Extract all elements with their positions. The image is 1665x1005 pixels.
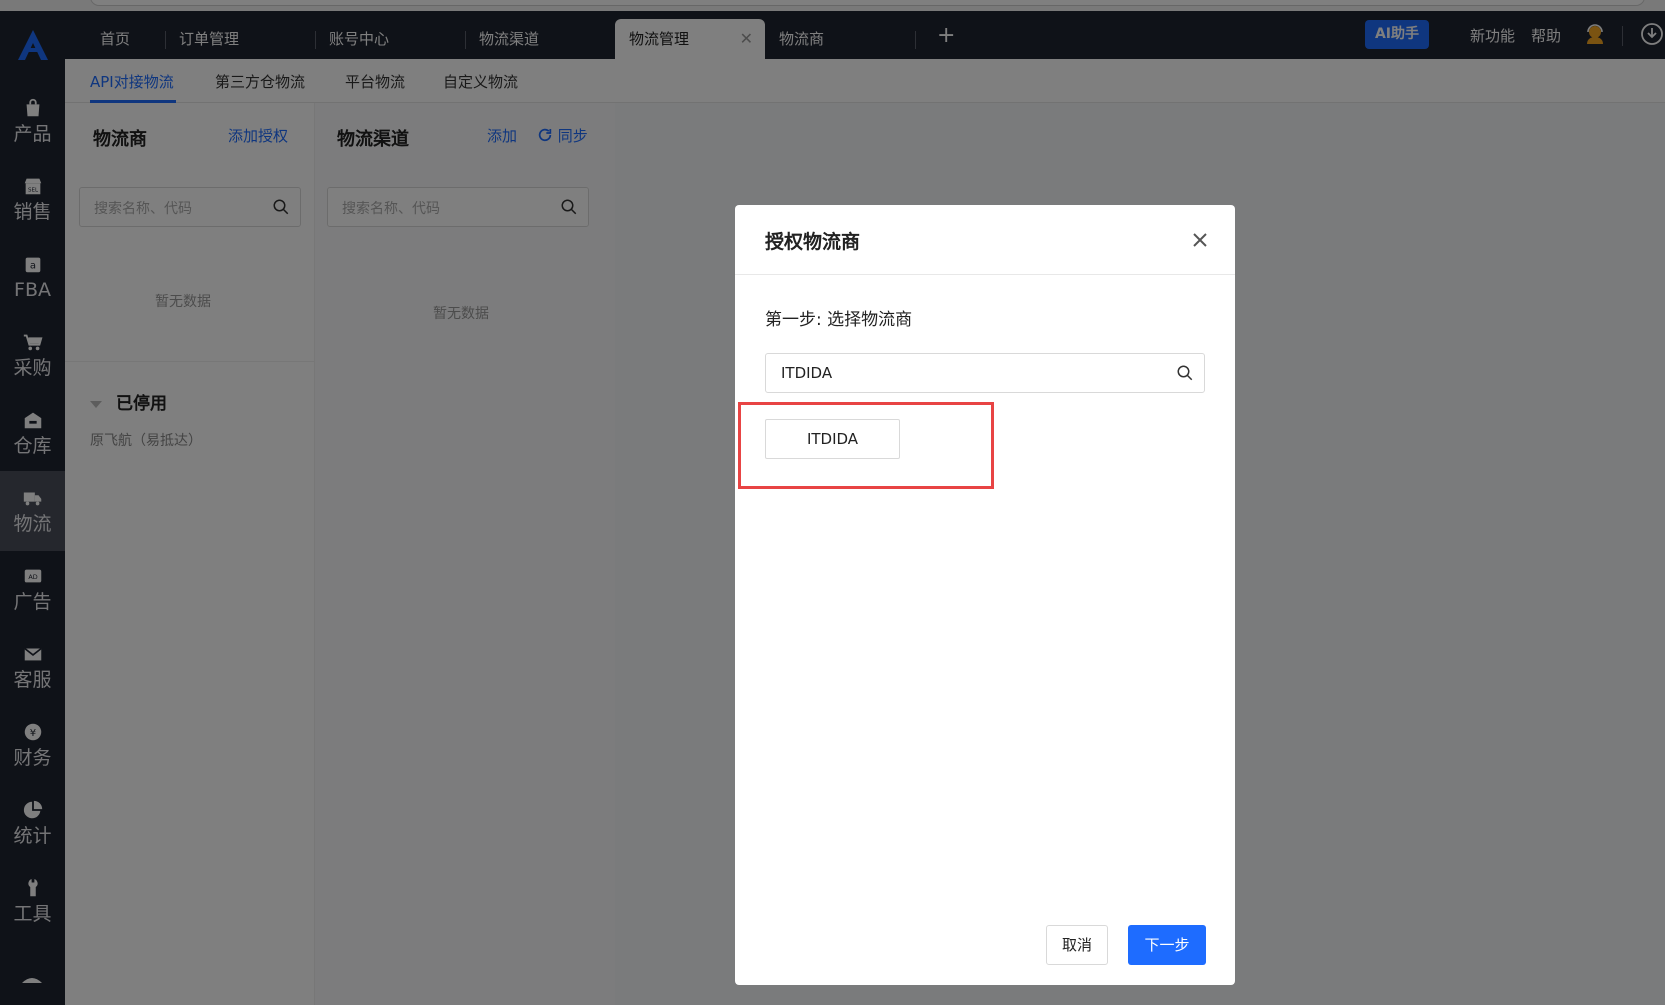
- authorize-carrier-dialog: 授权物流商 第一步: 选择物流商 ITDIDA ITDIDA 取消 下一步: [735, 205, 1235, 985]
- carrier-option[interactable]: ITDIDA: [765, 419, 900, 459]
- search-icon[interactable]: [1176, 364, 1194, 382]
- close-icon[interactable]: [1191, 231, 1209, 249]
- step-label: 第一步: 选择物流商: [765, 310, 913, 330]
- cancel-button[interactable]: 取消: [1046, 925, 1108, 965]
- search-value: ITDIDA: [781, 364, 833, 382]
- dialog-title: 授权物流商: [765, 231, 861, 253]
- next-step-button[interactable]: 下一步: [1128, 925, 1206, 965]
- carrier-search-field[interactable]: ITDIDA: [765, 353, 1205, 393]
- dialog-header: 授权物流商: [735, 205, 1235, 275]
